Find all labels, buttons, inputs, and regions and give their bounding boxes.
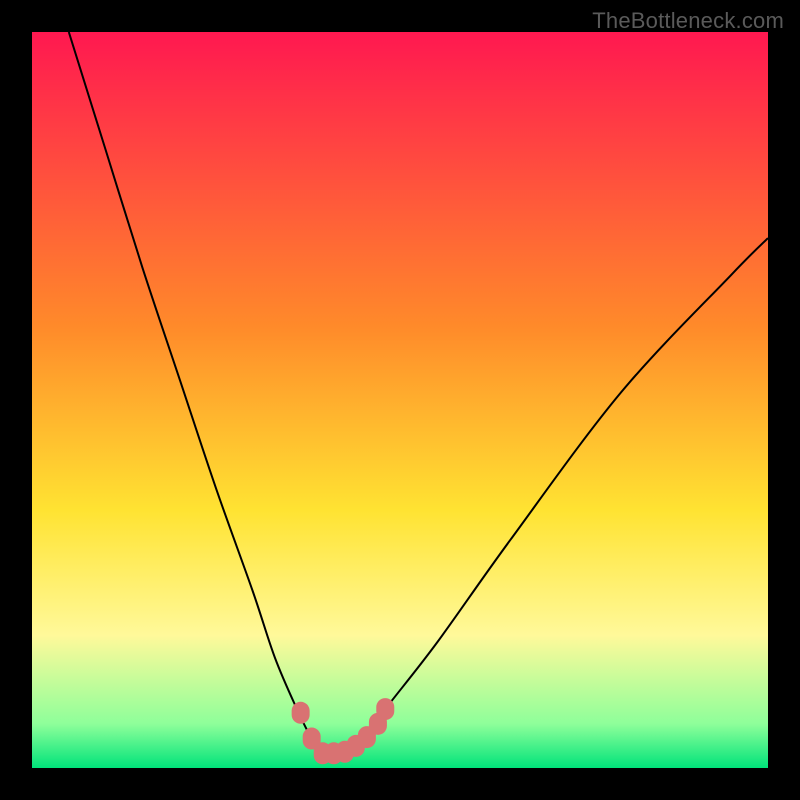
valley-marker [292,702,310,724]
valley-marker [376,698,394,720]
watermark-label: TheBottleneck.com [592,8,784,34]
chart-background [32,32,768,768]
chart-svg [32,32,768,768]
chart-frame: TheBottleneck.com [0,0,800,800]
chart-plot-area [32,32,768,768]
